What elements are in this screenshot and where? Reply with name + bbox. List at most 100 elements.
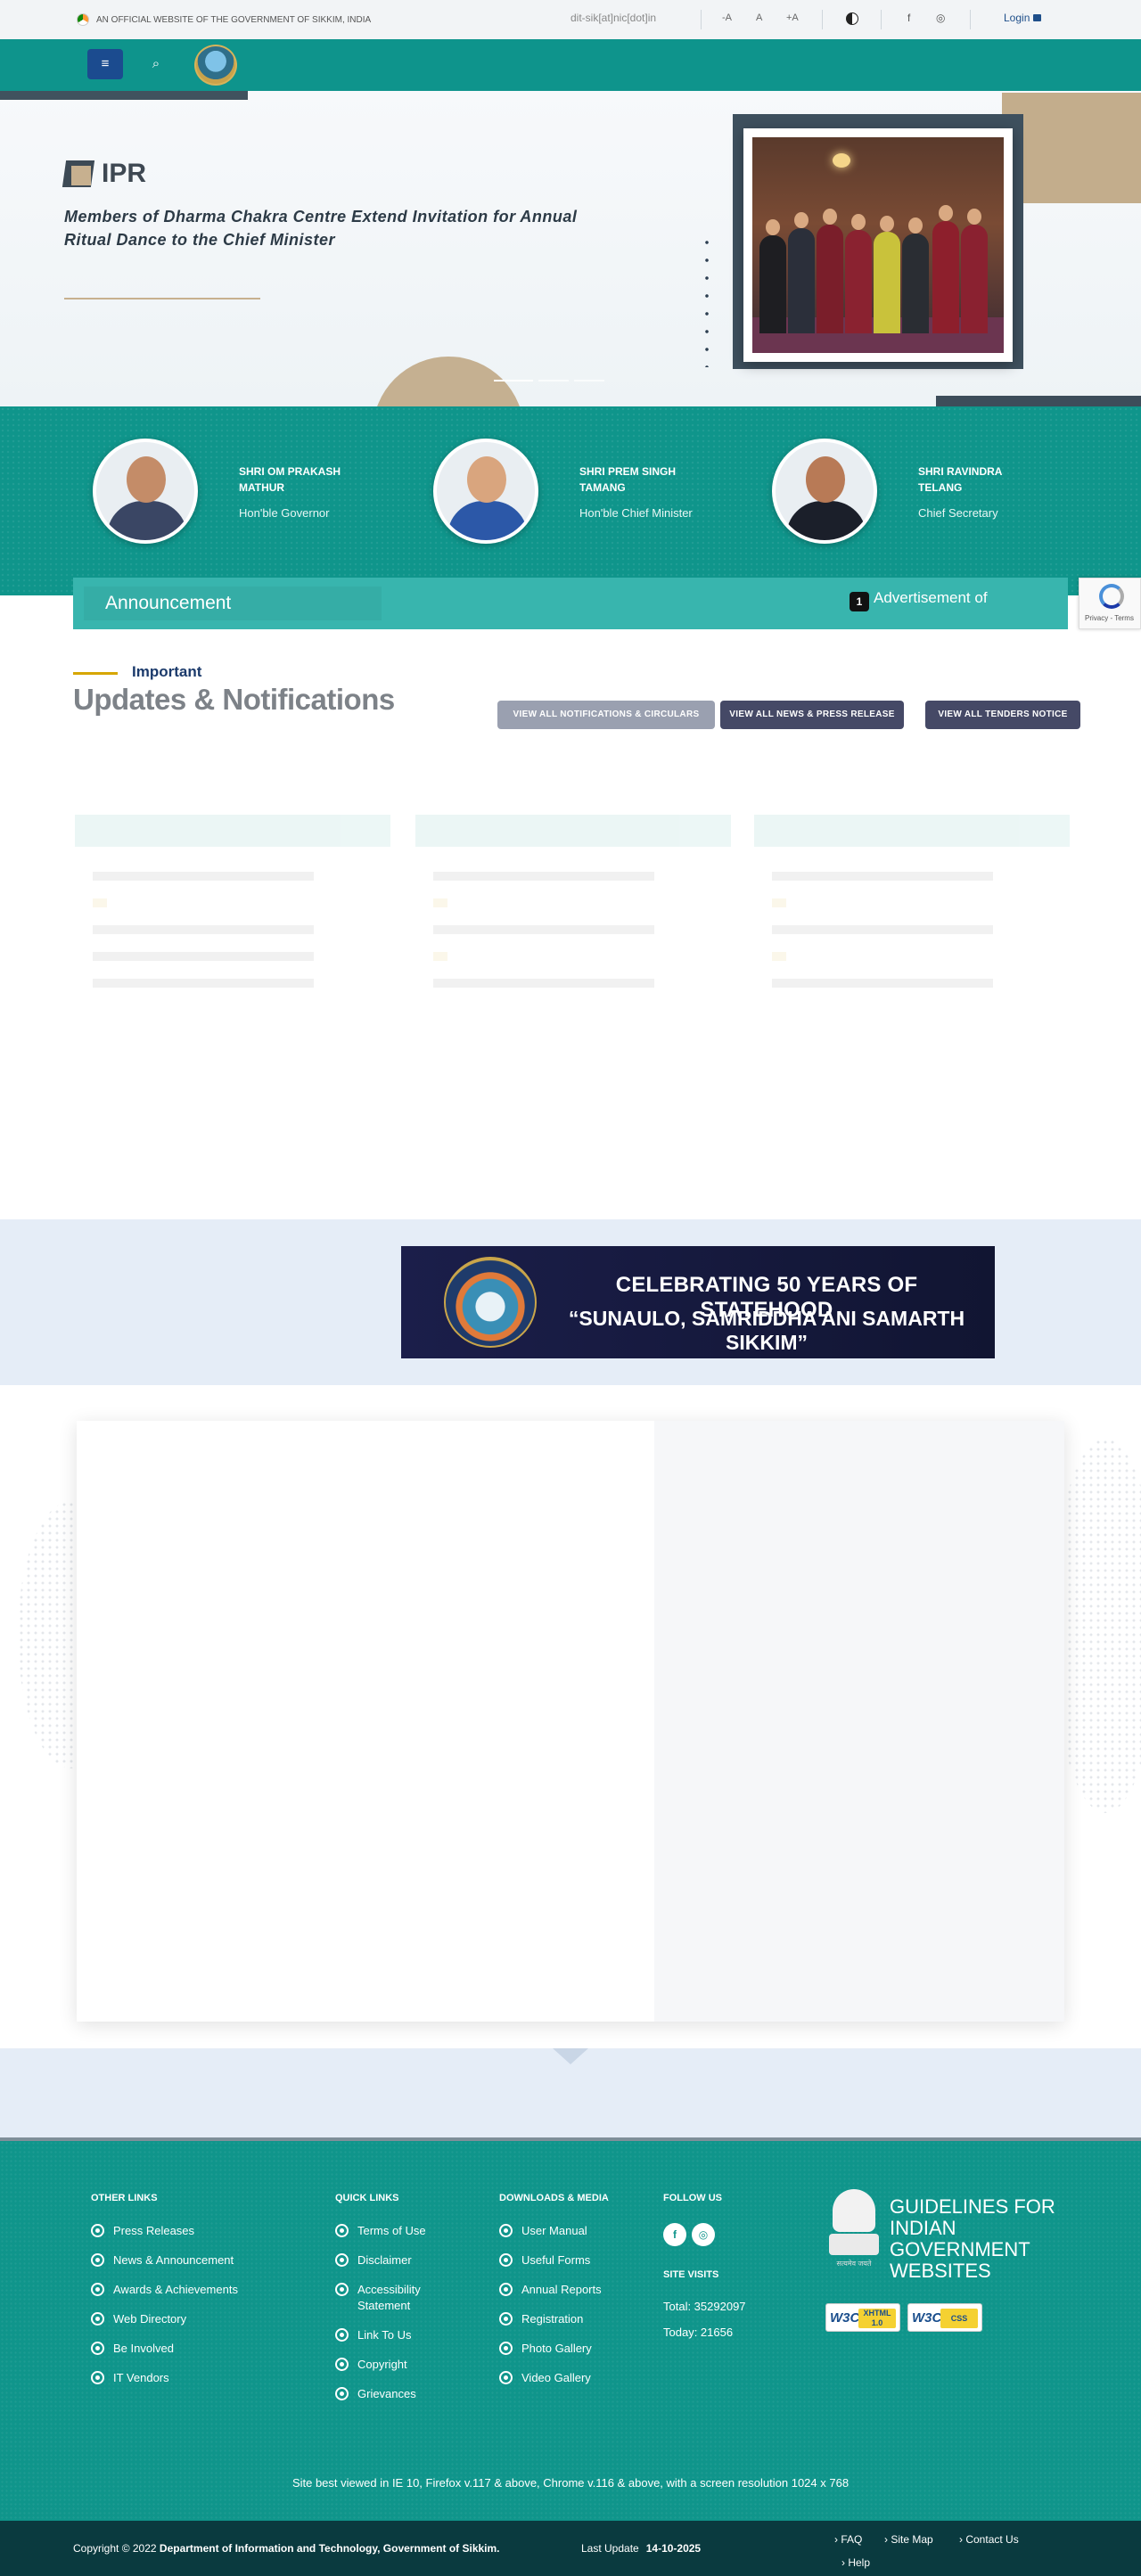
banner-line-2: “SUNAULO, SAMRIDDHA ANI SAMARTH SIKKIM” xyxy=(568,1307,965,1354)
footer-link[interactable]: News & Announcement xyxy=(91,2252,238,2268)
bullet-icon xyxy=(91,2312,104,2326)
leader-card-chief-minister[interactable]: SHRI PREM SINGH TAMANG Hon'ble Chief Min… xyxy=(433,439,704,544)
footer-link-label: Registration xyxy=(521,2312,584,2326)
footer-link[interactable]: Terms of Use xyxy=(335,2223,451,2239)
footer-link-label: Terms of Use xyxy=(357,2224,426,2237)
avatar-face xyxy=(806,456,845,503)
announcement-bar: Announcement 1 Advertisement of xyxy=(73,578,1068,629)
india-flag-icon xyxy=(77,13,89,26)
sikkim-emblem-logo[interactable] xyxy=(194,45,237,86)
avatar-body xyxy=(447,501,528,540)
notifications-column-loading xyxy=(75,815,390,1207)
chief-secretary-avatar xyxy=(772,439,877,544)
footer-other-links: OTHER LINKS Press Releases News & Announ… xyxy=(91,2193,238,2400)
footer-link[interactable]: Copyright xyxy=(335,2357,451,2373)
emblem-base xyxy=(829,2234,879,2255)
w3c-logo: W3C xyxy=(912,2310,942,2326)
bullet-icon xyxy=(335,2387,349,2400)
footer-link[interactable]: Web Directory xyxy=(91,2311,238,2327)
section-divider xyxy=(0,2048,1141,2137)
copyright: Copyright © 2022 Department of Informati… xyxy=(73,2542,500,2555)
feature-card-side-panel xyxy=(654,1421,1064,2022)
font-increase-button[interactable]: +A xyxy=(786,12,799,23)
placeholder-badge xyxy=(433,898,447,907)
main-navbar: ≡ ⌕ xyxy=(0,39,1141,91)
w3c-css-badge[interactable]: W3C CSS xyxy=(907,2303,982,2332)
slide-dot[interactable] xyxy=(574,380,604,381)
instagram-icon[interactable]: ◎ xyxy=(692,2223,715,2246)
footer-link[interactable]: Video Gallery xyxy=(499,2370,609,2386)
footer-link-label: Accessibility Statement xyxy=(357,2283,421,2312)
placeholder-line xyxy=(433,872,654,881)
placeholder-badge xyxy=(772,952,786,961)
placeholder-badge xyxy=(93,898,107,907)
footer-link[interactable]: Grievances xyxy=(335,2386,451,2402)
placeholder-line xyxy=(93,872,314,881)
statehood-banner[interactable]: CELEBRATING 50 YEARS OF STATEHOOD “SUNAU… xyxy=(401,1246,995,1358)
bullet-icon xyxy=(499,2342,513,2355)
slide-headline[interactable]: Members of Dharma Chakra Centre Extend I… xyxy=(64,205,599,251)
today-visits: Today: 21656 xyxy=(663,2326,734,2339)
recaptcha-links[interactable]: Privacy - Terms xyxy=(1085,614,1134,622)
leader-card-governor[interactable]: SHRI OM PRAKASH MATHUR Hon'ble Governor xyxy=(93,439,364,544)
headline-underline xyxy=(64,298,260,299)
footer-follow-visits: FOLLOW US f ◎ SITE VISITS Total: 35292097… xyxy=(663,2193,746,2351)
section-title: Updates & Notifications xyxy=(73,683,395,716)
leader-info: SHRI PREM SINGH TAMANG Hon'ble Chief Min… xyxy=(579,464,704,520)
contrast-toggle-icon[interactable] xyxy=(846,12,858,25)
footer-link[interactable]: Disclaimer xyxy=(335,2252,451,2268)
facebook-icon[interactable]: f xyxy=(907,12,910,24)
footer-link-label: Copyright xyxy=(357,2358,407,2371)
feature-section xyxy=(0,1385,1141,2048)
group-photo-image xyxy=(752,137,1004,353)
help-link[interactable]: Help xyxy=(841,2556,870,2569)
font-decrease-button[interactable]: -A xyxy=(722,12,732,23)
footer-link[interactable]: Link To Us xyxy=(335,2327,451,2343)
bullet-icon xyxy=(91,2224,104,2237)
faq-link[interactable]: FAQ xyxy=(834,2533,862,2546)
footer-link-label: Annual Reports xyxy=(521,2283,602,2296)
leader-card-chief-secretary[interactable]: SHRI RAVINDRA TELANG Chief Secretary xyxy=(772,439,1043,544)
view-all-news-button[interactable]: VIEW ALL NEWS & PRESS RELEASE xyxy=(720,701,904,729)
announcement-ticker[interactable]: Advertisement of xyxy=(874,589,988,607)
footer-link[interactable]: Photo Gallery xyxy=(499,2341,609,2357)
feature-card xyxy=(77,1421,1064,2022)
leader-info: SHRI RAVINDRA TELANG Chief Secretary xyxy=(918,464,1043,520)
login-link[interactable]: Login xyxy=(1004,12,1042,24)
menu-button[interactable]: ≡ xyxy=(87,49,123,79)
site-map-link[interactable]: Site Map xyxy=(884,2533,932,2546)
chief-minister-avatar xyxy=(433,439,538,544)
footer-heading: SITE VISITS xyxy=(663,2269,719,2280)
view-all-tenders-button[interactable]: VIEW ALL TENDERS NOTICE xyxy=(925,701,1080,729)
instagram-icon[interactable]: ◎ xyxy=(936,12,945,24)
divider xyxy=(822,10,823,29)
footer-link[interactable]: IT Vendors xyxy=(91,2370,238,2386)
font-normal-button[interactable]: A xyxy=(756,12,762,23)
placeholder-line xyxy=(772,872,993,881)
news-column-loading xyxy=(415,815,731,1207)
facebook-icon[interactable]: f xyxy=(663,2223,686,2246)
view-all-notifications-button[interactable]: VIEW ALL NOTIFICATIONS & CIRCULARS xyxy=(497,701,715,729)
footer-link[interactable]: Awards & Achievements xyxy=(91,2282,238,2298)
bullet-icon xyxy=(91,2283,104,2296)
footer-link[interactable]: Be Involved xyxy=(91,2341,238,2357)
placeholder-line xyxy=(772,925,993,934)
gigw-block[interactable]: सत्यमेव जयते GUIDELINES FOR INDIAN GOVER… xyxy=(825,2189,1059,2287)
footer-link-label: Awards & Achievements xyxy=(113,2283,238,2296)
slide-dot[interactable] xyxy=(538,380,569,381)
footer-link[interactable]: User Manual xyxy=(499,2223,609,2239)
recaptcha-badge[interactable]: Privacy - Terms xyxy=(1079,578,1141,629)
footer-link[interactable]: Press Releases xyxy=(91,2223,238,2239)
bullet-icon xyxy=(499,2371,513,2384)
w3c-xhtml-badge[interactable]: W3C XHTML 1.0 xyxy=(825,2303,900,2332)
contact-us-link[interactable]: Contact Us xyxy=(959,2533,1018,2546)
footer-link-label: Be Involved xyxy=(113,2342,174,2355)
footer-link[interactable]: Annual Reports xyxy=(499,2282,609,2298)
search-icon[interactable]: ⌕ xyxy=(141,49,171,79)
person-figure xyxy=(932,205,959,333)
bottom-bar: Copyright © 2022 Department of Informati… xyxy=(0,2521,1141,2576)
footer-link[interactable]: Accessibility Statement xyxy=(335,2282,451,2314)
slide-dot-active[interactable] xyxy=(494,380,533,381)
footer-link[interactable]: Useful Forms xyxy=(499,2252,609,2268)
footer-link[interactable]: Registration xyxy=(499,2311,609,2327)
